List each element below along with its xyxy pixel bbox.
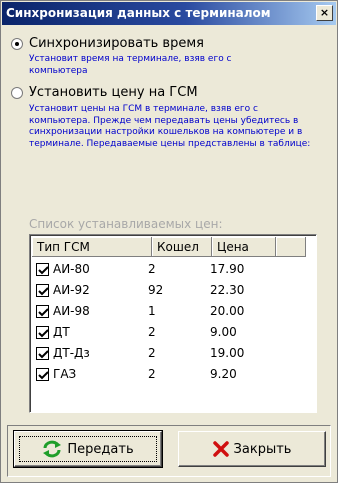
focus-rectangle xyxy=(19,436,157,462)
wallet-number: 92 xyxy=(148,283,164,297)
wallet-number: 2 xyxy=(148,367,156,381)
table-row[interactable]: ДТ 2 9.00 xyxy=(36,322,270,342)
row-checkbox[interactable] xyxy=(36,304,49,318)
price-list-header: Тип ГСМ Кошел Цена xyxy=(32,237,306,257)
row-checkbox[interactable] xyxy=(36,346,49,360)
price-list[interactable]: Тип ГСМ Кошел Цена АИ-80 2 17.90 АИ-92 9… xyxy=(29,234,317,413)
radio-sync-time[interactable]: Синхронизировать время xyxy=(11,36,204,51)
radio-label-set-price: Установить цену на ГСМ xyxy=(29,85,198,100)
fuel-type: ДТ-Дз xyxy=(53,346,90,360)
table-row[interactable]: АИ-98 1 20.00 xyxy=(36,301,270,321)
column-header-price[interactable]: Цена xyxy=(212,237,276,257)
fuel-type: АИ-92 xyxy=(53,283,90,297)
title-bar: Синхронизация данных с терминалом × xyxy=(2,2,336,25)
fuel-type: ГАЗ xyxy=(53,367,77,381)
column-header-filler xyxy=(276,237,306,257)
window-title: Синхронизация данных с терминалом xyxy=(6,6,271,20)
send-button[interactable]: Передать xyxy=(13,430,163,468)
row-checkbox[interactable] xyxy=(36,283,49,297)
close-window-button[interactable]: × xyxy=(316,5,333,21)
fuel-type: АИ-98 xyxy=(53,304,90,318)
radio-button-set-price[interactable] xyxy=(11,86,23,99)
fuel-price: 22.30 xyxy=(210,283,245,297)
table-row[interactable]: АИ-92 92 22.30 xyxy=(36,280,270,300)
column-header-fuel-type[interactable]: Тип ГСМ xyxy=(32,237,152,257)
wallet-number: 2 xyxy=(148,262,156,276)
close-icon: × xyxy=(319,6,330,19)
table-row[interactable]: АИ-80 2 17.90 xyxy=(36,259,270,279)
radio-button-sync-time[interactable] xyxy=(11,37,23,50)
sync-time-description: Установит время на терминале, взяв его с… xyxy=(29,54,232,76)
radio-set-price[interactable]: Установить цену на ГСМ xyxy=(11,85,198,100)
wallet-number: 2 xyxy=(148,325,156,339)
fuel-type: АИ-80 xyxy=(53,262,90,276)
sync-dialog: Синхронизация данных с терминалом × Синх… xyxy=(0,0,338,483)
fuel-price: 9.00 xyxy=(210,325,237,339)
close-button-label: Закрыть xyxy=(233,441,292,457)
row-checkbox[interactable] xyxy=(36,367,49,381)
fuel-type: ДТ xyxy=(53,325,70,339)
fuel-price: 9.20 xyxy=(210,367,237,381)
wallet-number: 2 xyxy=(148,346,156,360)
fuel-price: 17.90 xyxy=(210,262,245,276)
row-checkbox[interactable] xyxy=(36,262,49,276)
column-header-wallet[interactable]: Кошел xyxy=(152,237,212,257)
table-row[interactable]: ДТ-Дз 2 19.00 xyxy=(36,343,270,363)
red-x-icon xyxy=(212,441,229,457)
wallet-number: 1 xyxy=(148,304,156,318)
close-button[interactable]: Закрыть xyxy=(178,431,326,467)
fuel-price: 20.00 xyxy=(210,304,245,318)
radio-label-sync-time: Синхронизировать время xyxy=(29,36,204,51)
table-row[interactable]: ГАЗ 2 9.20 xyxy=(36,364,270,384)
row-checkbox[interactable] xyxy=(36,325,49,339)
set-price-description: Установит цены на ГСМ в терминале, взяв … xyxy=(29,104,311,149)
fuel-price: 19.00 xyxy=(210,346,245,360)
price-list-caption: Список устанавливаемых цен: xyxy=(29,217,223,231)
